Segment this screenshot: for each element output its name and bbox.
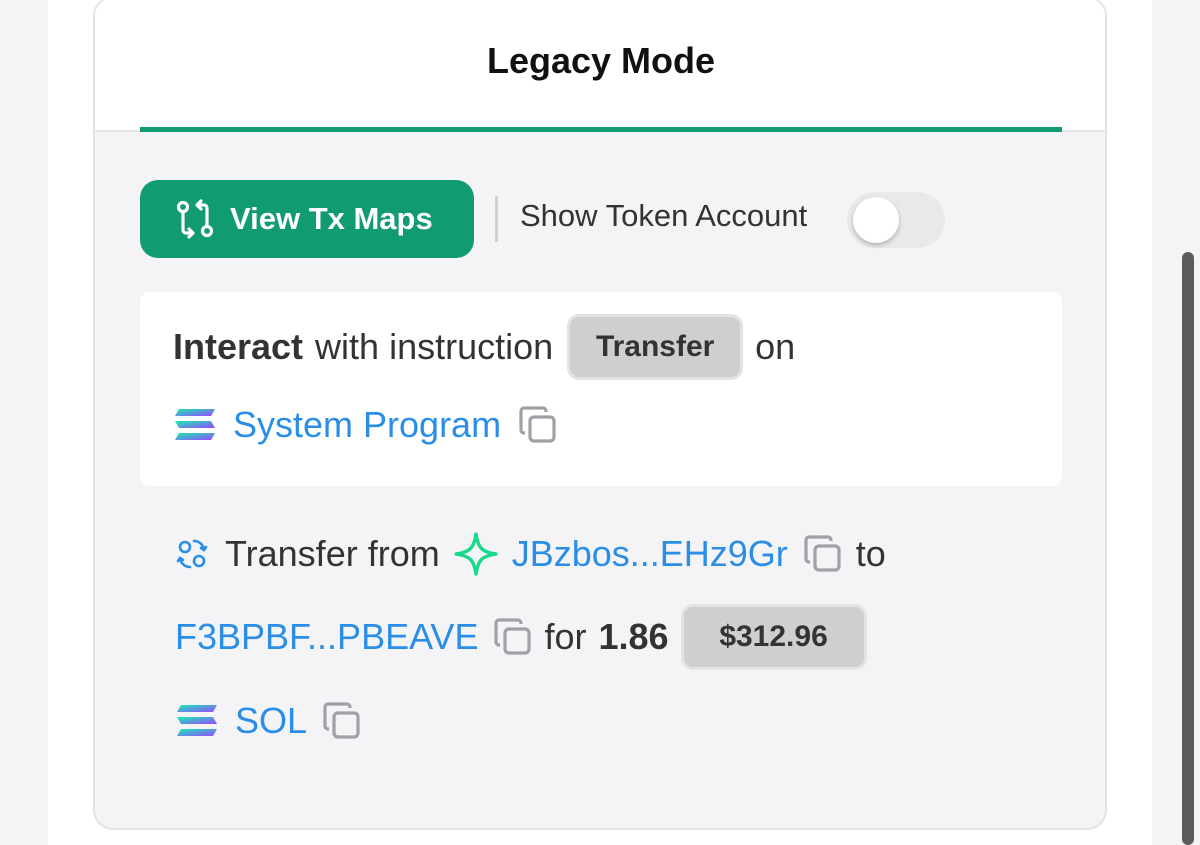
toolbar-divider xyxy=(495,196,498,242)
system-program-link[interactable]: System Program xyxy=(233,404,501,446)
transfer-line-2: F3BPBF...PBEAVE for 1.86 $312.96 xyxy=(175,604,867,670)
to-address-link[interactable]: F3BPBF...PBEAVE xyxy=(175,616,478,658)
usd-value-badge: $312.96 xyxy=(680,604,867,670)
transfer-icon xyxy=(176,539,208,569)
copy-icon[interactable] xyxy=(321,700,363,742)
transfer-line-3: SOL xyxy=(175,696,363,746)
scrollbar-thumb[interactable] xyxy=(1182,252,1194,845)
from-address-link[interactable]: JBzbos...EHz9Gr xyxy=(512,533,788,575)
transfer-line-1: Transfer from JBzbos...EHz9Gr to xyxy=(175,526,886,582)
instruction-suffix: on xyxy=(755,326,796,367)
route-icon xyxy=(176,199,214,239)
instruction-box: Interact with instruction Transfer on Sy… xyxy=(140,292,1062,486)
instruction-prefix: Interact xyxy=(173,326,304,367)
copy-icon[interactable] xyxy=(802,533,844,575)
transfer-prefix: Transfer from xyxy=(225,533,440,574)
transfer-to-word: to xyxy=(855,533,886,574)
tab-legacy-mode[interactable]: Legacy Mode xyxy=(140,0,1062,132)
toolbar: View Tx Maps Show Token Account xyxy=(140,180,1040,260)
show-token-account-toggle[interactable] xyxy=(847,192,945,248)
transfer-for-word: for xyxy=(544,616,587,657)
solana-logo-icon xyxy=(175,409,215,440)
solana-logo-icon xyxy=(177,705,217,736)
transfer-amount: 1.86 xyxy=(598,616,669,657)
instruction-badge: Transfer xyxy=(567,314,744,380)
transaction-card: Legacy Mode View Tx Maps Show Token Acco… xyxy=(93,0,1107,830)
instruction-middle-text: with instruction xyxy=(315,326,554,367)
view-tx-maps-label: View Tx Maps xyxy=(230,201,433,236)
copy-icon[interactable] xyxy=(517,404,559,446)
tab-label: Legacy Mode xyxy=(486,40,716,81)
view-tx-maps-button[interactable]: View Tx Maps xyxy=(140,180,474,258)
show-token-account-label: Show Token Account xyxy=(520,198,808,233)
sparkle-icon xyxy=(454,532,498,576)
card-header: Legacy Mode xyxy=(95,0,1105,132)
instruction-line: Interact with instruction Transfer on xyxy=(173,314,795,380)
toggle-knob xyxy=(853,197,899,243)
program-line: System Program xyxy=(173,400,559,450)
tab-active-indicator xyxy=(140,127,1062,132)
copy-icon[interactable] xyxy=(492,616,534,658)
sol-token-link[interactable]: SOL xyxy=(235,700,307,742)
